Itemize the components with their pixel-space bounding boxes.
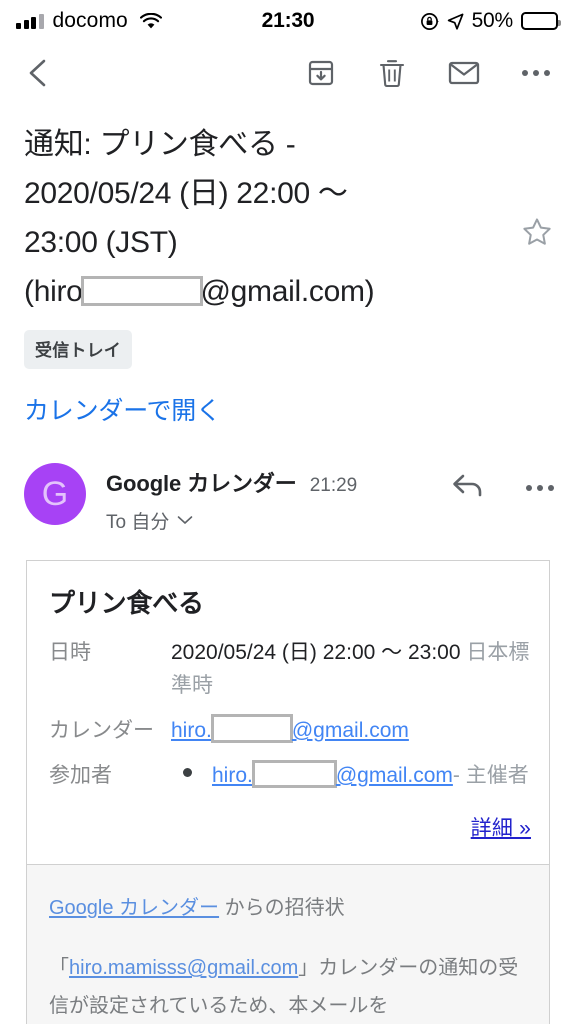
star-icon [523, 218, 551, 245]
event-row-attendees: 参加者 hiro. @gmail.com- 主催者 [49, 759, 531, 792]
sender-block: G Google カレンダー 21:29 To 自分 [0, 427, 576, 534]
message-more-options-icon[interactable] [526, 484, 554, 491]
event-details-card: プリン食べる 日時 2020/05/24 (日) 22:00 〜 23:00 日… [26, 560, 550, 864]
chevron-down-icon[interactable] [177, 512, 193, 530]
star-button[interactable] [514, 120, 560, 248]
bullet-icon [183, 768, 192, 777]
attendee-email-link[interactable]: hiro. @gmail.com [212, 760, 453, 788]
attendee-email-suffix: @gmail.com [335, 764, 453, 787]
subject-email-prefix: (hiro [24, 275, 83, 308]
battery-icon [521, 12, 561, 30]
event-row-datetime: 日時 2020/05/24 (日) 22:00 〜 23:00 日本標準時 [49, 636, 531, 702]
label-row: 受信トレイ [0, 316, 576, 369]
sender-timestamp: 21:29 [309, 475, 358, 496]
recipient-label: To 自分 [106, 512, 170, 533]
avatar[interactable]: G [24, 463, 86, 525]
redaction-box [80, 276, 203, 307]
status-bar: docomo 21:30 50% [0, 0, 576, 42]
reply-icon[interactable] [452, 471, 486, 504]
event-datetime-text: 2020/05/24 (日) 22:00 〜 23:00 [171, 641, 461, 664]
status-badge[interactable]: 受信トレイ [24, 330, 132, 369]
event-attendees-value: hiro. @gmail.com- 主催者 [171, 759, 531, 792]
archive-icon[interactable] [306, 58, 336, 88]
calendar-link-row: カレンダーで開く [0, 369, 576, 427]
location-arrow-icon [447, 13, 464, 30]
back-chevron-icon[interactable] [18, 53, 58, 93]
attendee-item: hiro. @gmail.com- 主催者 [212, 759, 529, 792]
event-calendar-label: カレンダー [49, 719, 154, 742]
subject-line-2: 2020/05/24 (日) 22:00 〜 [24, 177, 348, 210]
details-row: 詳細 » [49, 804, 531, 844]
footer-calendar-link[interactable]: Google カレンダー [49, 897, 219, 919]
more-options-icon[interactable] [522, 70, 550, 76]
calendar-email-prefix: hiro. [171, 719, 212, 742]
delete-icon[interactable] [378, 58, 406, 88]
footer-invite-line: Google カレンダー からの招待状 [49, 889, 529, 927]
subject-area: 通知: プリン食べる - 2020/05/24 (日) 22:00 〜 23:0… [0, 104, 576, 316]
page-title: 通知: プリン食べる - 2020/05/24 (日) 22:00 〜 23:0… [24, 120, 514, 316]
redaction-box [210, 714, 293, 743]
sender-meta: Google カレンダー 21:29 To 自分 [106, 463, 452, 534]
organizer-tag: - 主催者 [452, 764, 529, 787]
event-title: プリン食べる [49, 588, 204, 618]
mark-unread-icon[interactable] [448, 60, 480, 86]
email-footer-quote: Google カレンダー からの招待状 「hiro.mamisss@gmail.… [26, 864, 550, 1024]
subject-line-1: 通知: プリン食べる - [24, 128, 296, 161]
event-attendees-label: 参加者 [49, 764, 112, 787]
open-in-calendar-link[interactable]: カレンダーで開く [24, 397, 221, 425]
event-details-link[interactable]: 詳細 » [471, 817, 531, 840]
battery-percent: 50% [471, 9, 514, 32]
subject-line-3: 23:00 (JST) [24, 226, 178, 259]
sender-line-primary: Google カレンダー 21:29 [106, 466, 452, 498]
status-bar-right: 50% [420, 9, 561, 33]
rotation-lock-icon [420, 12, 439, 31]
event-datetime-label: 日時 [49, 641, 91, 664]
sender-name: Google カレンダー [106, 471, 297, 496]
sender-actions [452, 463, 554, 504]
calendar-email-link[interactable]: hiro. @gmail.com [171, 714, 409, 743]
footer-email-link-1[interactable]: hiro.mamisss@gmail.com [69, 957, 298, 979]
event-calendar-value: hiro. @gmail.com [171, 714, 531, 747]
footer-notice-line: 「hiro.mamisss@gmail.com」カレンダーの通知の受信が設定され… [49, 949, 529, 1024]
subject-line-4: (hiro @gmail.com) [24, 267, 514, 316]
email-toolbar [0, 42, 576, 104]
sender-recipient-row[interactable]: To 自分 [106, 507, 452, 534]
calendar-email-suffix: @gmail.com [291, 719, 409, 742]
subject-email-suffix: @gmail.com) [200, 275, 375, 308]
redaction-box [251, 760, 337, 788]
toolbar-actions [306, 58, 550, 88]
attendee-email-prefix: hiro. [212, 764, 253, 787]
event-row-calendar: カレンダー hiro. @gmail.com [49, 714, 531, 747]
footer-quote-open: 「 [49, 957, 69, 979]
footer-invite-suffix: からの招待状 [219, 897, 345, 919]
event-datetime-value: 2020/05/24 (日) 22:00 〜 23:00 日本標準時 [171, 636, 531, 702]
